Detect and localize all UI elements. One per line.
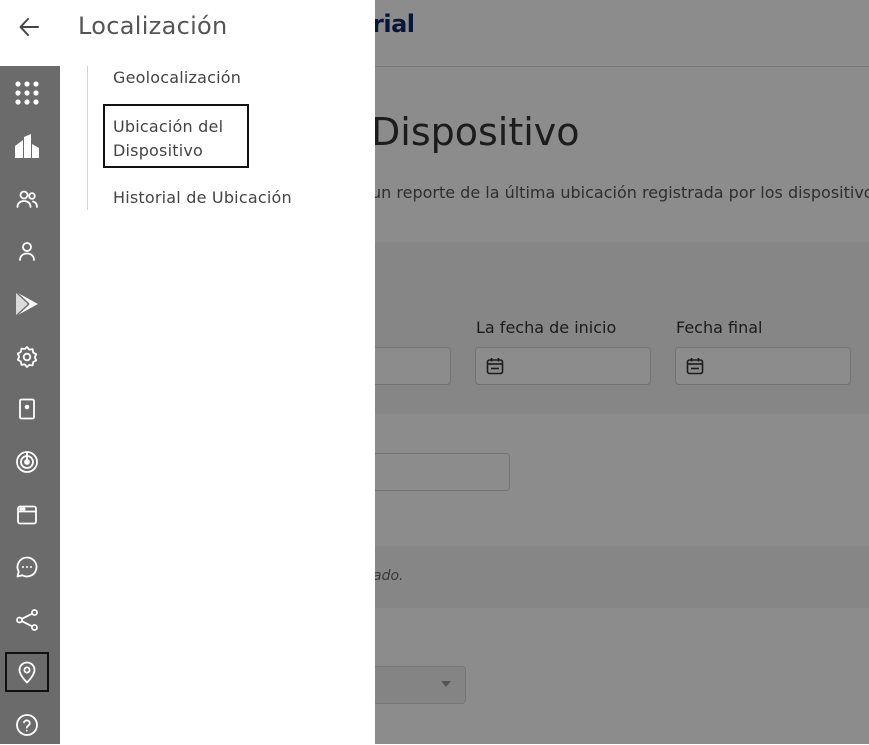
rail-item-share[interactable] bbox=[5, 600, 49, 640]
rail-item-apps[interactable] bbox=[5, 73, 49, 113]
user-icon bbox=[19, 242, 35, 261]
help-icon bbox=[16, 714, 38, 736]
menu-divider bbox=[87, 66, 88, 210]
menu-item-location-history[interactable]: Historial de Ubicación bbox=[113, 186, 292, 210]
buildings-icon bbox=[15, 134, 39, 158]
rail-item-profile[interactable] bbox=[5, 231, 49, 271]
users-icon bbox=[16, 190, 38, 208]
rail-item-web[interactable] bbox=[5, 495, 49, 535]
menu-item-device-location[interactable]: Ubicación del Dispositivo bbox=[103, 104, 249, 168]
browser-window-icon bbox=[17, 505, 37, 525]
rail-item-help[interactable] bbox=[5, 705, 49, 745]
icon-rail bbox=[0, 0, 60, 744]
rail-item-devices[interactable] bbox=[5, 389, 49, 429]
radar-icon bbox=[16, 451, 38, 473]
rail-item-messages[interactable] bbox=[5, 547, 49, 587]
settings-gear-icon bbox=[16, 346, 38, 368]
panel-title: Localización bbox=[78, 12, 228, 40]
location-pin-icon bbox=[18, 661, 36, 684]
rail-item-organization[interactable] bbox=[5, 126, 49, 166]
menu-item-geolocation[interactable]: Geolocalización bbox=[113, 66, 241, 90]
rail-item-play-store[interactable] bbox=[5, 284, 49, 324]
arrow-left-icon bbox=[19, 18, 39, 36]
rail-item-settings[interactable] bbox=[5, 337, 49, 377]
share-icon bbox=[16, 609, 38, 631]
rail-item-location[interactable] bbox=[5, 652, 49, 692]
rail-header bbox=[0, 0, 60, 66]
chat-icon bbox=[16, 556, 38, 578]
play-store-icon bbox=[15, 291, 38, 317]
apps-grid-icon bbox=[15, 81, 39, 105]
back-button[interactable] bbox=[13, 11, 45, 43]
rail-item-monitoring[interactable] bbox=[5, 442, 49, 482]
device-icon bbox=[19, 398, 35, 420]
rail-item-users[interactable] bbox=[5, 179, 49, 219]
localization-panel: Localización Geolocalización Ubicación d… bbox=[60, 0, 375, 744]
